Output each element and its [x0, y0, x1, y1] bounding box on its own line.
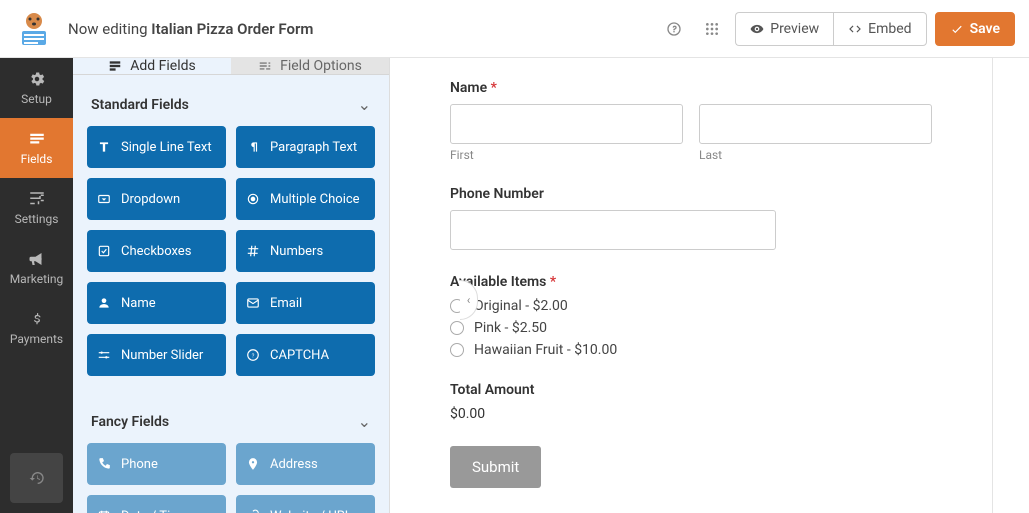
text-icon: [97, 140, 111, 154]
form-icon: [28, 130, 46, 148]
field-checkboxes[interactable]: Checkboxes: [87, 230, 226, 272]
app-logo: [14, 9, 54, 49]
chevron-down-icon: ⌄: [358, 95, 371, 114]
field-captcha[interactable]: ?CAPTCHA: [236, 334, 375, 376]
submit-button[interactable]: Submit: [450, 446, 541, 488]
dropdown-icon: [97, 192, 111, 206]
item-option-0[interactable]: Original - $2.00: [450, 298, 932, 314]
embed-button[interactable]: Embed: [833, 12, 926, 46]
nav-setup[interactable]: Setup: [0, 58, 73, 118]
field-name[interactable]: Name: [87, 282, 226, 324]
total-value: $0.00: [450, 406, 932, 422]
section-fancy-fields[interactable]: Fancy Fields ⌄: [87, 408, 375, 443]
code-icon: [848, 22, 862, 36]
radio-icon: [246, 192, 260, 206]
svg-text:?: ?: [252, 353, 255, 359]
field-paragraph-text[interactable]: Paragraph Text: [236, 126, 375, 168]
radio-icon: [450, 321, 464, 335]
field-multiple-choice[interactable]: Multiple Choice: [236, 178, 375, 220]
history-icon: [29, 470, 45, 486]
dollar-icon: [30, 310, 44, 328]
field-phone[interactable]: Phone: [87, 443, 226, 485]
apps-grid-icon[interactable]: [697, 14, 727, 44]
page-title: Now editing Italian Pizza Order Form: [68, 20, 659, 38]
calendar-icon: [97, 509, 111, 513]
last-sublabel: Last: [699, 148, 932, 162]
preview-button[interactable]: Preview: [735, 12, 833, 46]
email-icon: [246, 296, 260, 310]
field-date-time[interactable]: Date / Time: [87, 495, 226, 513]
tab-field-options[interactable]: Field Options: [231, 58, 389, 74]
nav-settings[interactable]: Settings: [0, 178, 73, 238]
eye-icon: [750, 22, 764, 36]
last-name-input[interactable]: [699, 104, 932, 144]
nav-payments[interactable]: Payments: [0, 298, 73, 358]
sliders-icon: [28, 190, 46, 208]
chevron-down-icon: ⌄: [358, 412, 371, 431]
field-website-url[interactable]: Website / URL: [236, 495, 375, 513]
first-sublabel: First: [450, 148, 683, 162]
link-icon: [246, 509, 260, 513]
first-name-input[interactable]: [450, 104, 683, 144]
item-option-1[interactable]: Pink - $2.50: [450, 320, 932, 336]
hash-icon: [246, 244, 260, 258]
phone-label: Phone Number: [450, 186, 932, 202]
field-dropdown[interactable]: Dropdown: [87, 178, 226, 220]
field-email[interactable]: Email: [236, 282, 375, 324]
field-single-line-text[interactable]: Single Line Text: [87, 126, 226, 168]
slider-icon: [97, 348, 111, 362]
captcha-icon: ?: [246, 348, 260, 362]
field-numbers[interactable]: Numbers: [236, 230, 375, 272]
help-icon[interactable]: [659, 14, 689, 44]
section-standard-fields[interactable]: Standard Fields ⌄: [87, 91, 375, 126]
checkbox-icon: [97, 244, 111, 258]
field-number-slider[interactable]: Number Slider: [87, 334, 226, 376]
phone-icon: [97, 457, 111, 471]
pin-icon: [246, 457, 260, 471]
items-label: Available Items *: [450, 274, 932, 290]
total-label: Total Amount: [450, 382, 932, 398]
gear-icon: [28, 70, 46, 88]
field-address[interactable]: Address: [236, 443, 375, 485]
bullhorn-icon: [28, 250, 46, 268]
check-icon: [950, 22, 964, 36]
tab-add-fields[interactable]: Add Fields: [73, 58, 231, 74]
user-icon: [97, 296, 111, 310]
add-fields-icon: [108, 59, 122, 73]
nav-marketing[interactable]: Marketing: [0, 238, 73, 298]
radio-icon: [450, 343, 464, 357]
paragraph-icon: [246, 140, 260, 154]
nav-fields[interactable]: Fields: [0, 118, 73, 178]
options-icon: [258, 59, 272, 73]
name-label: Name *: [450, 80, 932, 96]
item-option-2[interactable]: Hawaiian Fruit - $10.00: [450, 342, 932, 358]
revision-button[interactable]: [10, 453, 63, 503]
phone-input[interactable]: [450, 210, 776, 250]
save-button[interactable]: Save: [935, 12, 1015, 46]
